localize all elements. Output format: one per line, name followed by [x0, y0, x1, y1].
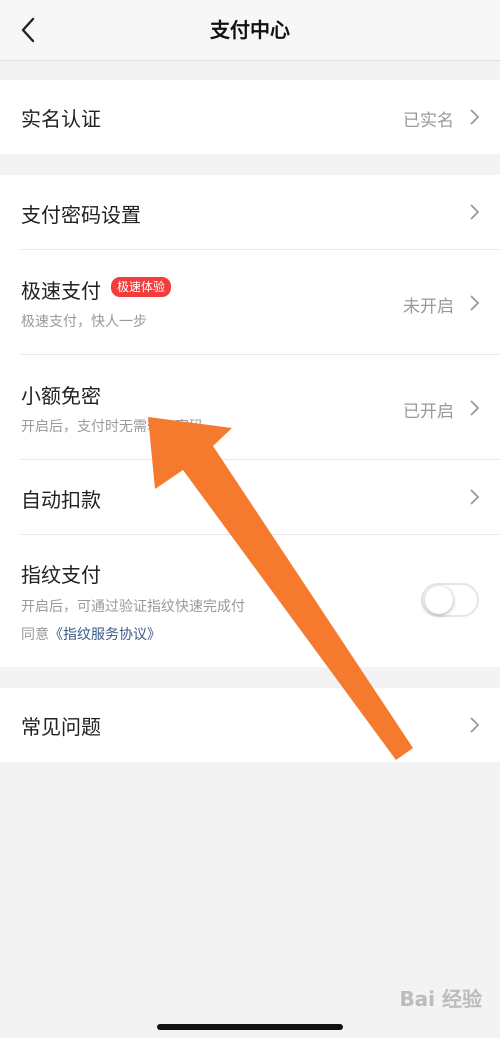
- home-indicator: [157, 1024, 343, 1030]
- chevron-right-icon: [470, 717, 480, 733]
- agree-prefix: 同意: [21, 627, 49, 643]
- real-name-status: 已实名: [403, 111, 454, 131]
- fingerprint-agreement-link[interactable]: 《指纹服务协议》: [49, 627, 161, 643]
- faq-section: 常见问题: [0, 688, 500, 762]
- small-free-row[interactable]: 小额免密 开启后，支付时无需输入密码 已开启: [0, 355, 500, 459]
- chevron-right-icon: [470, 204, 480, 220]
- chevron-right-icon: [470, 295, 480, 311]
- baidu-watermark: Bai 经验: [399, 987, 482, 1011]
- real-name-label: 实名认证: [21, 107, 101, 131]
- toggle-knob: [425, 586, 453, 614]
- auto-debit-label: 自动扣款: [21, 488, 101, 512]
- small-free-label: 小额免密: [21, 384, 101, 408]
- chevron-right-icon: [470, 400, 480, 416]
- fast-pay-badge: 极速体验: [111, 277, 172, 297]
- chevron-right-icon: [470, 489, 480, 505]
- small-free-status: 已开启: [403, 402, 454, 422]
- auto-debit-row[interactable]: 自动扣款: [0, 460, 500, 534]
- navigation-bar: 支付中心: [0, 0, 500, 61]
- fast-pay-subtitle: 极速支付，快人一步: [21, 314, 147, 330]
- real-name-section: 实名认证 已实名: [0, 80, 500, 154]
- fast-pay-label: 极速支付: [21, 279, 101, 303]
- pay-password-label: 支付密码设置: [21, 203, 141, 227]
- fast-pay-row[interactable]: 极速支付 极速支付，快人一步 未开启: [0, 250, 500, 354]
- chevron-right-icon: [470, 109, 480, 125]
- fingerprint-subtitle: 开启后，可通过验证指纹快速完成付: [21, 599, 245, 615]
- faq-row[interactable]: 常见问题: [0, 688, 500, 762]
- real-name-row[interactable]: 实名认证 已实名: [0, 80, 500, 154]
- small-free-subtitle: 开启后，支付时无需输入密码: [21, 419, 203, 435]
- page-title: 支付中心: [210, 18, 290, 42]
- fast-pay-status: 未开启: [403, 297, 454, 317]
- fingerprint-toggle[interactable]: [421, 583, 479, 617]
- pay-password-row[interactable]: 支付密码设置: [0, 175, 500, 249]
- fingerprint-label: 指纹支付: [21, 563, 101, 587]
- faq-label: 常见问题: [21, 715, 101, 739]
- fingerprint-agreement: 同意《指纹服务协议》: [21, 624, 161, 644]
